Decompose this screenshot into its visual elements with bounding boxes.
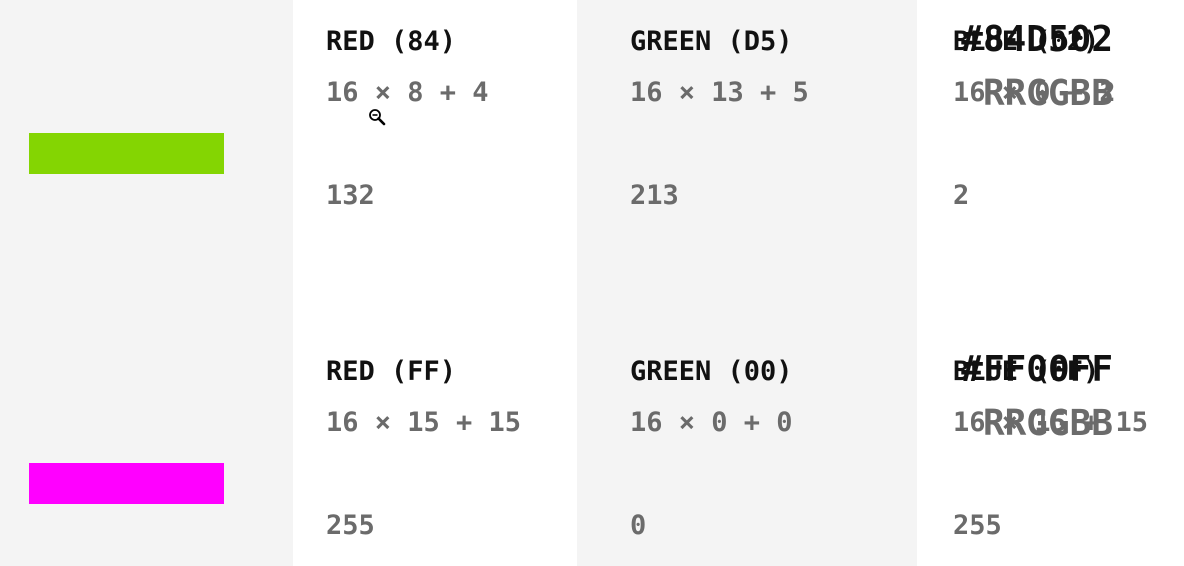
blue-channel-label-2: BLUE (FF) — [953, 356, 1100, 387]
green-result-2: 0 — [630, 510, 647, 541]
red-formula-2: 16 × 15 + 15 — [326, 407, 522, 438]
blue-channel-label-1: BLUE (02) — [953, 26, 1100, 57]
red-result-2: 255 — [326, 510, 375, 541]
zoom-out-cursor-icon — [368, 108, 388, 128]
green-formula-1: 16 × 13 + 5 — [630, 77, 809, 108]
red-result-1: 132 — [326, 180, 375, 211]
red-formula-1: 16 × 8 + 4 — [326, 77, 489, 108]
color-swatch-1 — [29, 133, 224, 174]
blue-result-2: 255 — [953, 510, 1002, 541]
green-channel-label-1: GREEN (D5) — [630, 26, 793, 57]
green-result-1: 213 — [630, 180, 679, 211]
blue-formula-1: 16 × 0 + 2 — [953, 77, 1116, 108]
red-channel-label-2: RED (FF) — [326, 356, 457, 387]
blue-result-1: 2 — [953, 180, 970, 211]
green-formula-2: 16 × 0 + 0 — [630, 407, 793, 438]
green-channel-label-2: GREEN (00) — [630, 356, 793, 387]
red-channel-label-1: RED (84) — [326, 26, 457, 57]
color-swatch-2 — [29, 463, 224, 504]
blue-formula-2: 16 × 15 + 15 — [953, 407, 1149, 438]
